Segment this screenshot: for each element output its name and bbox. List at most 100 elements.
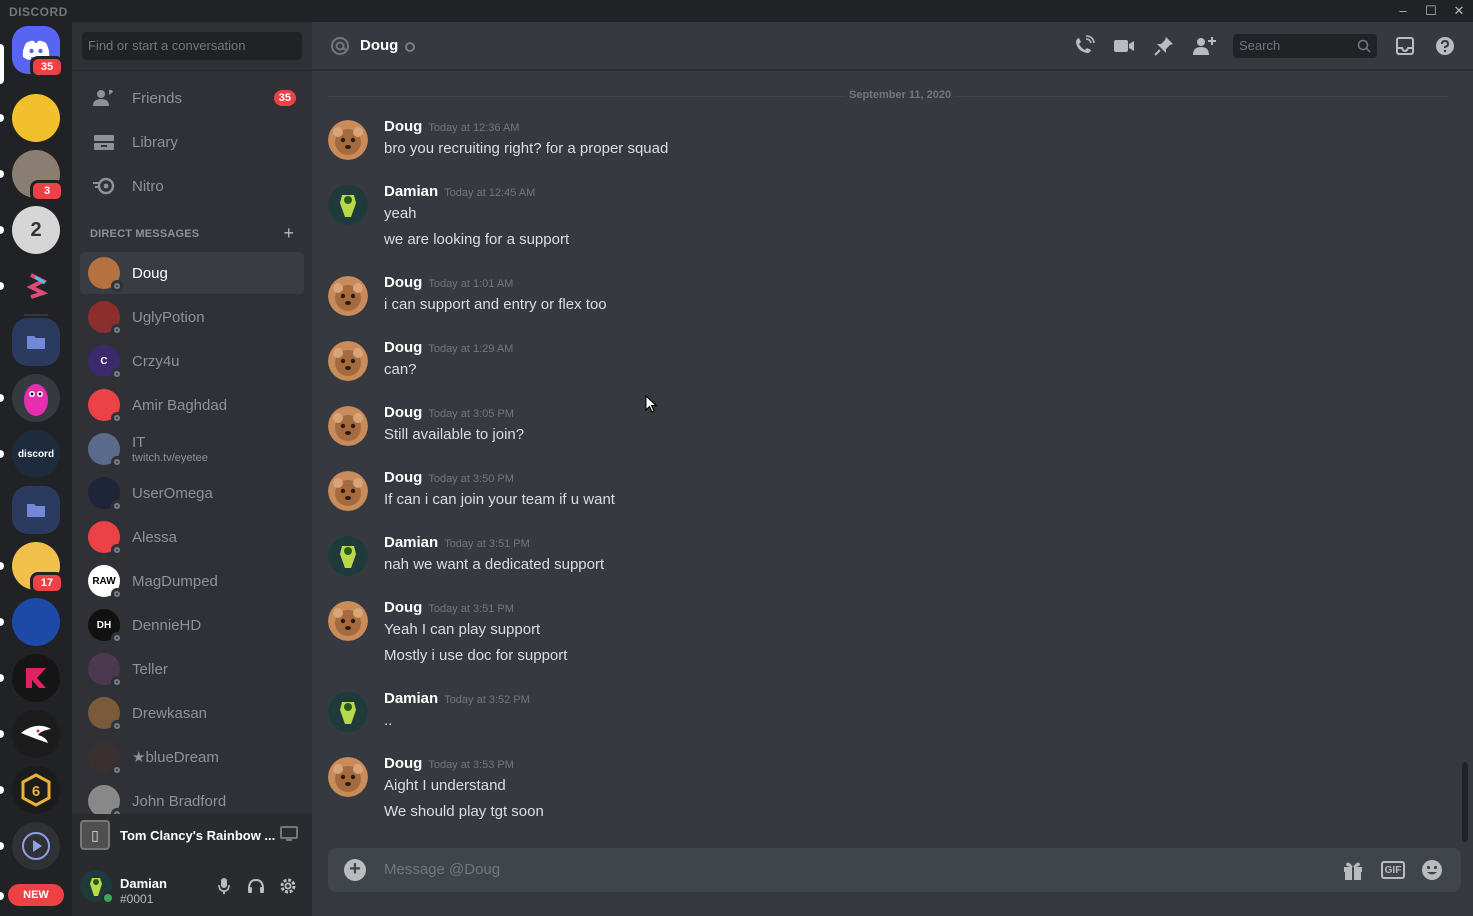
unread-pill	[0, 892, 4, 900]
nav-nitro[interactable]: Nitro	[80, 166, 304, 206]
home-button[interactable]: 35	[12, 26, 64, 78]
avatar[interactable]	[328, 757, 368, 797]
screen-share-icon[interactable]	[280, 826, 298, 845]
server-icon-6[interactable]	[12, 374, 60, 422]
server-icon-7[interactable]: discord	[12, 430, 60, 478]
avatar[interactable]	[328, 692, 368, 732]
message-author[interactable]: Doug Today at 3:05 PM	[384, 404, 514, 421]
author-name[interactable]: Damian	[384, 534, 438, 551]
scrollbar[interactable]	[1462, 72, 1468, 842]
dm-name: Alessa	[132, 528, 178, 546]
server-icon-14[interactable]	[12, 822, 60, 870]
avatar[interactable]	[328, 601, 368, 641]
inbox-icon[interactable]	[1393, 34, 1417, 58]
message-composer[interactable]: + Message @Doug GIF	[328, 848, 1461, 892]
author-name[interactable]: Doug	[384, 755, 422, 772]
find-conversation-button[interactable]: Find or start a conversation	[82, 32, 302, 60]
maximize-button[interactable]: ☐	[1417, 0, 1445, 22]
message-author[interactable]: Damian Today at 3:51 PM	[384, 534, 530, 551]
server-icon-10[interactable]	[12, 598, 60, 646]
author-name[interactable]: Doug	[384, 274, 422, 291]
author-name[interactable]: Doug	[384, 469, 422, 486]
message-author[interactable]: Damian Today at 3:52 PM	[384, 690, 530, 707]
message-timestamp: Today at 3:52 PM	[444, 694, 530, 706]
nav-library[interactable]: Library	[80, 122, 304, 162]
message-text: bro you recruiting right? for a proper s…	[384, 140, 669, 157]
new-badge[interactable]: NEW	[8, 884, 64, 906]
nav-friends[interactable]: Friends 35	[80, 78, 304, 118]
dm-item[interactable]: Alessa	[80, 516, 304, 558]
create-dm-plus-icon[interactable]: +	[283, 224, 294, 242]
upload-plus-icon[interactable]: +	[344, 859, 366, 881]
author-name[interactable]: Damian	[384, 183, 438, 200]
dm-item[interactable]: DH DennieHD	[80, 604, 304, 646]
gift-icon[interactable]	[1341, 858, 1365, 882]
video-call-icon[interactable]	[1112, 34, 1136, 58]
dm-item[interactable]: UglyPotion	[80, 296, 304, 338]
avatar[interactable]	[328, 276, 368, 316]
dm-item[interactable]: IT twitch.tv/eyetee	[80, 428, 304, 470]
dm-item[interactable]: Drewkasan	[80, 692, 304, 734]
message-input[interactable]: Message @Doug	[384, 861, 500, 878]
minimize-button[interactable]: –	[1389, 0, 1417, 22]
message-author[interactable]: Doug Today at 3:53 PM	[384, 755, 514, 772]
server-icon-3[interactable]: 2	[12, 206, 60, 254]
date-divider: September 11, 2020	[328, 89, 1448, 101]
server-icon-11[interactable]	[12, 654, 60, 702]
server-folder-1[interactable]	[12, 318, 60, 366]
message-author[interactable]: Doug Today at 1:29 AM	[384, 339, 513, 356]
avatar[interactable]	[328, 185, 368, 225]
scrollbar-thumb[interactable]	[1462, 762, 1468, 842]
mouse-cursor-icon	[645, 395, 657, 413]
server-folder-2[interactable]	[12, 486, 60, 534]
author-name[interactable]: Doug	[384, 404, 422, 421]
voice-call-icon[interactable]	[1072, 34, 1096, 58]
dm-item[interactable]: ★blueDream	[80, 736, 304, 778]
settings-gear-icon[interactable]	[278, 876, 298, 896]
nav-label: Nitro	[132, 177, 164, 195]
message-author[interactable]: Doug Today at 3:51 PM	[384, 599, 514, 616]
author-name[interactable]: Doug	[384, 118, 422, 135]
dm-item[interactable]: UserOmega	[80, 472, 304, 514]
dm-item[interactable]: RAW MagDumped	[80, 560, 304, 602]
offline-status-icon	[111, 588, 123, 600]
server-icon-2[interactable]: 3	[12, 150, 64, 202]
dm-name: UglyPotion	[132, 308, 205, 326]
search-input[interactable]: Search	[1233, 34, 1377, 58]
dm-item[interactable]: Amir Baghdad	[80, 384, 304, 426]
avatar[interactable]	[328, 341, 368, 381]
dm-item[interactable]: Doug	[80, 252, 304, 294]
activity-panel[interactable]: ▯ Tom Clancy's Rainbow ...	[72, 814, 312, 856]
dm-text: Crzy4u	[132, 353, 180, 370]
headphones-icon[interactable]	[246, 876, 266, 896]
emoji-picker-icon[interactable]	[1420, 858, 1444, 882]
close-button[interactable]: ✕	[1445, 0, 1473, 22]
author-name[interactable]: Doug	[384, 339, 422, 356]
message-author[interactable]: Doug Today at 12:36 AM	[384, 118, 519, 135]
add-friend-to-dm-icon[interactable]	[1192, 34, 1216, 58]
message-author[interactable]: Doug Today at 1:01 AM	[384, 274, 513, 291]
server-icon-1[interactable]	[12, 94, 60, 142]
avatar[interactable]	[80, 870, 115, 905]
microphone-icon[interactable]	[214, 876, 234, 896]
avatar[interactable]	[328, 536, 368, 576]
server-icon-4[interactable]	[12, 262, 60, 310]
fk-logo-server-icon	[12, 654, 60, 702]
avatar[interactable]	[328, 406, 368, 446]
dm-item[interactable]: C Crzy4u	[80, 340, 304, 382]
server-icon-12[interactable]	[12, 710, 60, 758]
author-name[interactable]: Damian	[384, 690, 438, 707]
avatar[interactable]	[328, 120, 368, 160]
dm-item[interactable]: Teller	[80, 648, 304, 690]
message-author[interactable]: Doug Today at 3:50 PM	[384, 469, 514, 486]
help-icon[interactable]	[1433, 34, 1457, 58]
unread-pill	[0, 394, 4, 402]
server-icon-13[interactable]: 6	[12, 766, 60, 814]
author-name[interactable]: Doug	[384, 599, 422, 616]
pin-icon[interactable]	[1152, 34, 1176, 58]
message-author[interactable]: Damian Today at 12:45 AM	[384, 183, 535, 200]
avatar[interactable]	[328, 471, 368, 511]
server-icon-9[interactable]: 17	[12, 542, 64, 594]
dm-text: John Bradford	[132, 793, 226, 810]
gif-picker-icon[interactable]: GIF	[1381, 861, 1405, 879]
